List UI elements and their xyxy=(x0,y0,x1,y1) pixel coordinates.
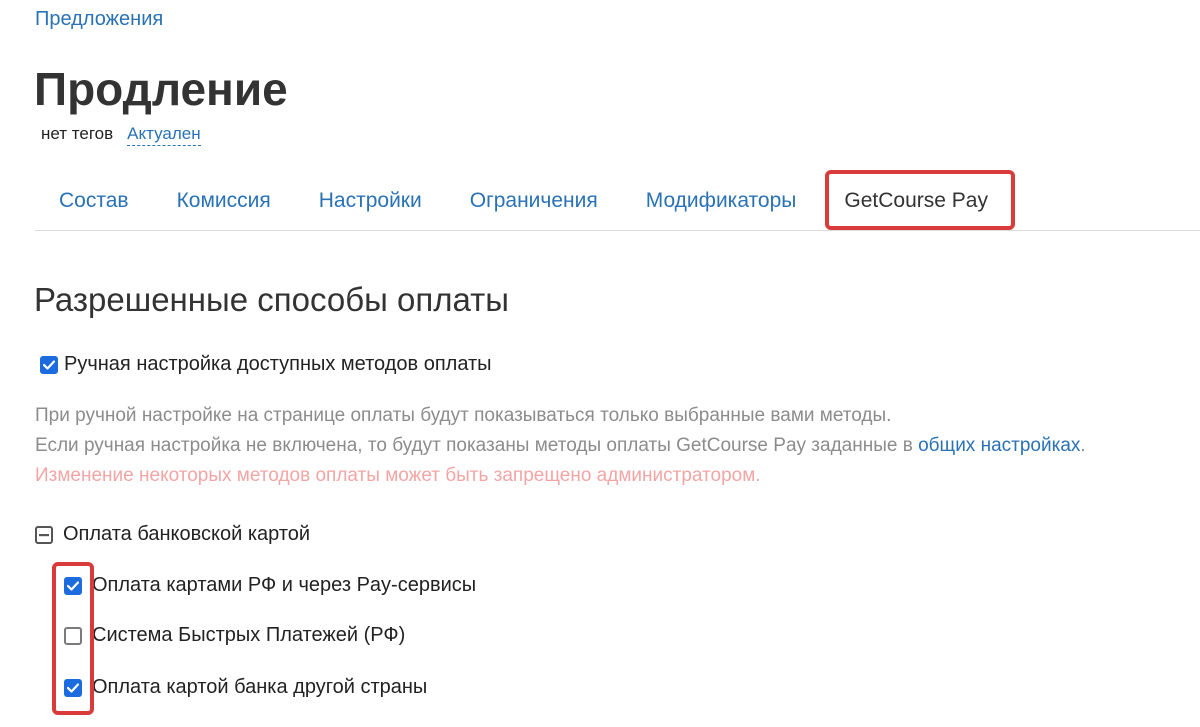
page-title: Продление xyxy=(34,63,288,115)
card-payment-group-checkbox[interactable] xyxy=(35,526,53,544)
meta-row: нет тегов Актуален xyxy=(41,124,201,146)
general-settings-link[interactable]: общих настройках xyxy=(918,435,1080,456)
tab-composition[interactable]: Состав xyxy=(35,170,153,230)
checkmark-icon xyxy=(67,683,79,693)
tab-settings[interactable]: Настройки xyxy=(295,170,446,230)
option-sbp-checkbox[interactable] xyxy=(64,627,82,645)
hint-line-1: При ручной настройке на странице оплаты … xyxy=(35,405,892,426)
option-sbp-label[interactable]: Система Быстрых Платежей (РФ) xyxy=(92,622,405,648)
checkmark-icon xyxy=(67,581,79,591)
tags-label: нет тегов xyxy=(41,124,114,143)
hint-line-2-text: Если ручная настройка не включена, то бу… xyxy=(35,435,913,456)
hint-text: При ручной настройке на странице оплаты … xyxy=(35,401,1086,491)
option-rf-cards-checkbox[interactable] xyxy=(64,577,82,595)
checkmark-icon xyxy=(43,360,55,370)
tab-getcourse-pay[interactable]: GetCourse Pay xyxy=(820,170,1012,230)
option-foreign-card-label[interactable]: Оплата картой банка другой страны xyxy=(92,674,427,700)
tab-modifiers[interactable]: Модификаторы xyxy=(622,170,821,230)
tab-commission[interactable]: Комиссия xyxy=(153,170,295,230)
status-link[interactable]: Актуален xyxy=(127,124,201,146)
hint-line-2-suffix: . xyxy=(1080,435,1086,456)
option-rf-cards-label[interactable]: Оплата картами РФ и через Pay-сервисы xyxy=(92,572,476,598)
breadcrumb-link[interactable]: Предложения xyxy=(35,8,163,31)
minus-icon xyxy=(39,534,49,537)
hint-warning: Изменение некоторых методов оплаты может… xyxy=(35,465,761,486)
hint-line-2: Если ручная настройка не включена, то бу… xyxy=(35,431,1086,461)
card-payment-group-label[interactable]: Оплата банковской картой xyxy=(63,521,310,547)
option-foreign-card-checkbox[interactable] xyxy=(64,679,82,697)
manual-setting-label[interactable]: Ручная настройка доступных методов оплат… xyxy=(64,351,492,377)
tab-restrictions[interactable]: Ограничения xyxy=(446,170,622,230)
section-title: Разрешенные способы оплаты xyxy=(34,281,509,318)
manual-setting-checkbox[interactable] xyxy=(40,356,58,374)
tab-bar: Состав Комиссия Настройки Ограничения Мо… xyxy=(35,170,1200,231)
